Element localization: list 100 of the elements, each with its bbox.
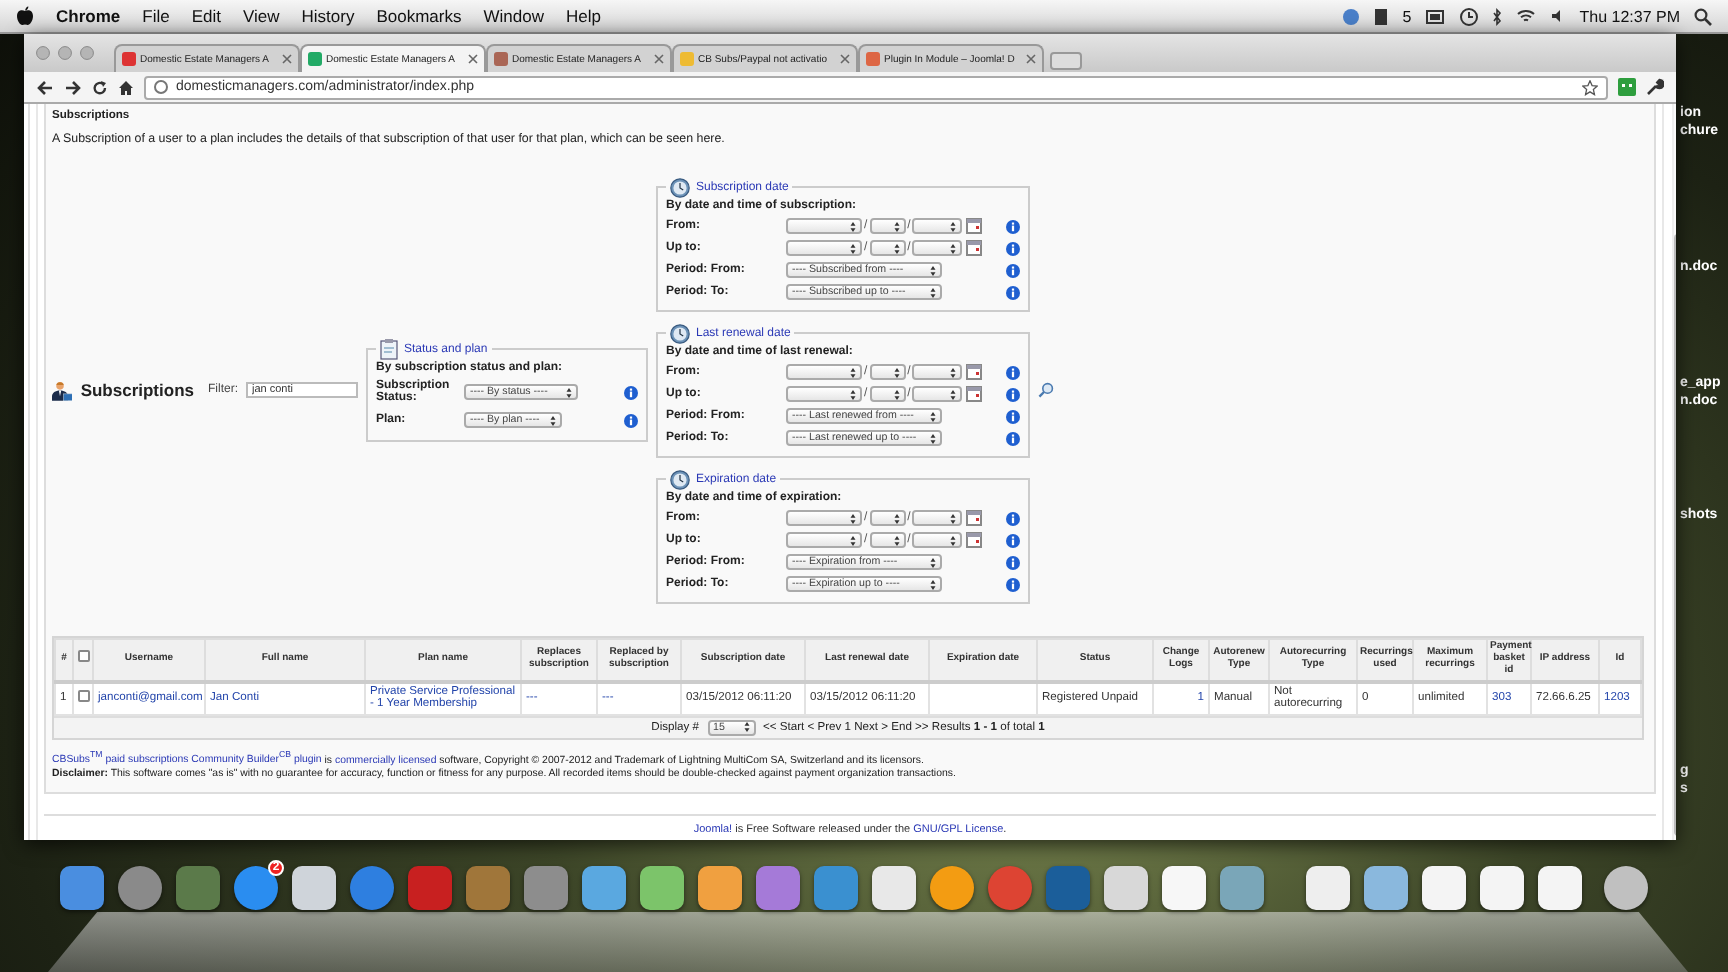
favicon-icon	[680, 52, 694, 66]
menu-item[interactable]: Chrome	[56, 6, 121, 26]
wrench-icon[interactable]	[1646, 78, 1664, 96]
updown-arrows-icon	[893, 389, 900, 399]
dropdown[interactable]	[869, 364, 906, 380]
calendar-icon[interactable]	[966, 218, 983, 234]
menu-item[interactable]: Bookmarks	[376, 6, 462, 26]
menu-item[interactable]: Window	[483, 6, 544, 26]
status-count: 5	[1402, 7, 1412, 25]
info-icon[interactable]	[1006, 387, 1020, 401]
info-icon[interactable]	[1006, 511, 1020, 525]
updown-arrows-icon	[850, 389, 856, 399]
info-icon[interactable]	[1006, 409, 1020, 423]
updown-arrows-icon	[850, 221, 856, 231]
close-icon[interactable]	[282, 54, 292, 64]
calendar-icon[interactable]	[966, 386, 983, 402]
menu-item[interactable]: Help	[565, 6, 601, 26]
info-icon[interactable]	[1006, 241, 1020, 255]
menu-item[interactable]: File	[142, 6, 170, 26]
updown-arrows-icon	[566, 387, 572, 397]
menu-item[interactable]: Edit	[191, 6, 221, 26]
updown-arrows-icon	[930, 579, 936, 589]
wifi-icon[interactable]	[1515, 8, 1536, 24]
favicon-icon	[308, 52, 322, 66]
favicon-icon	[866, 52, 880, 66]
dropdown[interactable]	[912, 510, 963, 526]
dropdown[interactable]	[869, 240, 906, 256]
apple-logo-icon[interactable]	[16, 6, 34, 26]
home-icon[interactable]	[118, 79, 134, 95]
back-arrow-icon[interactable]	[36, 79, 54, 95]
info-icon[interactable]	[1006, 285, 1020, 299]
checkbox[interactable]	[78, 689, 90, 702]
dropdown[interactable]	[869, 386, 906, 402]
updown-arrows-icon	[850, 367, 856, 377]
updown-arrows-icon	[950, 513, 957, 523]
clock-icon	[670, 469, 690, 489]
globe-icon	[154, 80, 168, 94]
robot-face-icon[interactable]	[1618, 78, 1636, 96]
favicon-icon	[494, 52, 508, 66]
menu-item[interactable]: View	[242, 6, 280, 26]
updown-arrows-icon	[893, 513, 900, 523]
updown-arrows-icon	[930, 411, 936, 421]
updown-arrows-icon	[893, 367, 900, 377]
info-icon[interactable]	[1006, 431, 1020, 445]
updown-arrows-icon	[930, 265, 936, 275]
close-icon[interactable]	[654, 54, 664, 64]
dropdown[interactable]	[869, 532, 906, 548]
info-icon[interactable]	[624, 385, 638, 399]
updown-arrows-icon	[930, 557, 936, 567]
search-icon[interactable]	[1694, 7, 1712, 25]
updown-arrows-icon	[950, 243, 957, 253]
info-icon[interactable]	[1006, 555, 1020, 569]
info-icon[interactable]	[1006, 533, 1020, 547]
checkbox[interactable]	[77, 650, 89, 663]
updown-arrows-icon	[850, 513, 856, 523]
dropdown[interactable]	[869, 510, 906, 526]
close-icon[interactable]	[1026, 54, 1036, 64]
updown-arrows-icon	[850, 535, 856, 545]
menu-clock: Thu 12:37 PM	[1579, 7, 1680, 25]
updown-arrows-icon	[950, 389, 957, 399]
dropdown[interactable]	[912, 364, 963, 380]
info-icon[interactable]	[1006, 219, 1020, 233]
info-icon[interactable]	[1006, 263, 1020, 277]
clock-icon	[670, 177, 690, 197]
updown-arrows-icon	[950, 367, 957, 377]
calendar-icon[interactable]	[966, 240, 983, 256]
updown-arrows-icon	[743, 722, 749, 732]
page-heading: Subscriptions	[80, 380, 194, 400]
clock-icon[interactable]	[1459, 7, 1478, 25]
close-icon[interactable]	[468, 54, 478, 64]
favicon-icon	[122, 52, 136, 66]
dropdown[interactable]	[912, 532, 963, 548]
updown-arrows-icon	[930, 287, 936, 297]
dropdown[interactable]	[912, 240, 963, 256]
menu-item[interactable]: History	[301, 6, 355, 26]
clipboard-icon	[380, 338, 398, 360]
forward-arrow-icon[interactable]	[64, 79, 82, 95]
battery-icon[interactable]	[1425, 9, 1446, 23]
updown-arrows-icon	[850, 243, 856, 253]
calendar-icon[interactable]	[966, 532, 983, 548]
bluetooth-icon[interactable]	[1491, 7, 1502, 25]
updown-arrows-icon	[893, 243, 900, 253]
reload-icon[interactable]	[92, 79, 108, 95]
calendar-icon[interactable]	[966, 364, 983, 380]
info-icon[interactable]	[1006, 577, 1020, 591]
column-header[interactable]	[73, 639, 93, 681]
info-icon[interactable]	[624, 413, 638, 427]
calendar-icon[interactable]	[966, 510, 983, 526]
updown-arrows-icon	[893, 535, 900, 545]
info-icon[interactable]	[1006, 365, 1020, 379]
dropdown[interactable]	[869, 218, 906, 234]
status-globe-icon[interactable]	[1342, 7, 1361, 25]
dropdown[interactable]	[912, 218, 963, 234]
dropdown[interactable]	[912, 386, 963, 402]
updown-arrows-icon	[893, 221, 900, 231]
close-icon[interactable]	[840, 54, 850, 64]
speaker-icon[interactable]	[1549, 8, 1566, 24]
updown-arrows-icon	[950, 535, 957, 545]
updown-arrows-icon	[930, 433, 936, 443]
star-icon[interactable]	[1582, 79, 1598, 95]
